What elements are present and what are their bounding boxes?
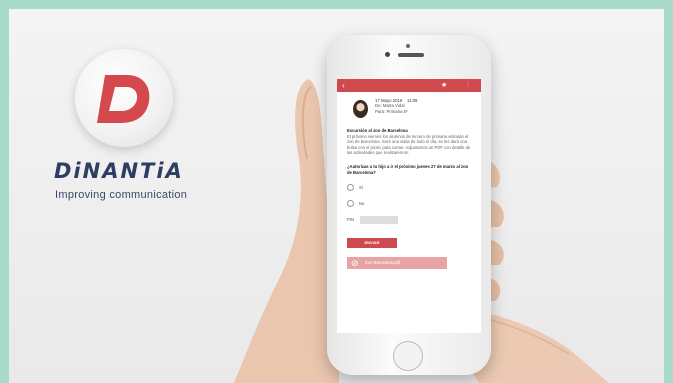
message-time: 11:09 — [407, 98, 418, 103]
more-icon[interactable]: ⋮ — [465, 79, 471, 92]
pin-input[interactable] — [359, 216, 398, 225]
message-to: Para: Primaria 5º — [375, 108, 408, 114]
front-camera — [385, 52, 390, 57]
pin-label: PIN — [347, 217, 354, 223]
sender-avatar — [353, 100, 368, 118]
message-meta: 17 Mayo 2016 11:09 De: Marta Vidal Para:… — [375, 98, 417, 114]
message-text: El próximo viernes los alumnos de tercer… — [347, 133, 471, 156]
earpiece-speaker — [398, 53, 424, 57]
star-icon[interactable]: ★ — [441, 79, 447, 92]
smartphone: ‹ ★ ⋮ 17 Mayo 2016 11:09 De: Marta Vidal… — [327, 35, 491, 375]
paperclip-icon: ⊘ — [351, 258, 359, 269]
attachment-button[interactable]: ⊘ Zoo Barcelona.pdf — [347, 257, 447, 270]
message-body: Excursión al zoo de Barcelona El próximo… — [337, 128, 481, 270]
message-date: 17 Mayo 2016 — [375, 98, 403, 103]
phone-screen: ‹ ★ ⋮ 17 Mayo 2016 11:09 De: Marta Vidal… — [337, 79, 481, 333]
proximity-sensor — [406, 44, 410, 48]
attachment-label: Zoo Barcelona.pdf — [365, 260, 401, 266]
message-header: 17 Mayo 2016 11:09 De: Marta Vidal Para:… — [337, 92, 481, 122]
option-no-label: No — [359, 200, 365, 206]
hero-banner: DiNANTiA Improving communication ‹ ★ ⋮ 1… — [9, 9, 664, 383]
radio-yes[interactable] — [347, 184, 354, 192]
back-icon[interactable]: ‹ — [342, 79, 345, 92]
option-yes-label: Sí — [359, 184, 363, 190]
option-no[interactable]: No — [347, 200, 471, 208]
pin-field: PIN — [347, 216, 471, 225]
app-header: ‹ ★ ⋮ — [337, 79, 481, 92]
authorization-question: ¿Autorizas a tu hijo a ir el próximo jue… — [347, 163, 469, 175]
send-button[interactable]: ENVIAR — [347, 238, 397, 249]
radio-no[interactable] — [347, 200, 354, 208]
home-button[interactable] — [393, 341, 423, 371]
option-yes[interactable]: Sí — [347, 184, 471, 192]
